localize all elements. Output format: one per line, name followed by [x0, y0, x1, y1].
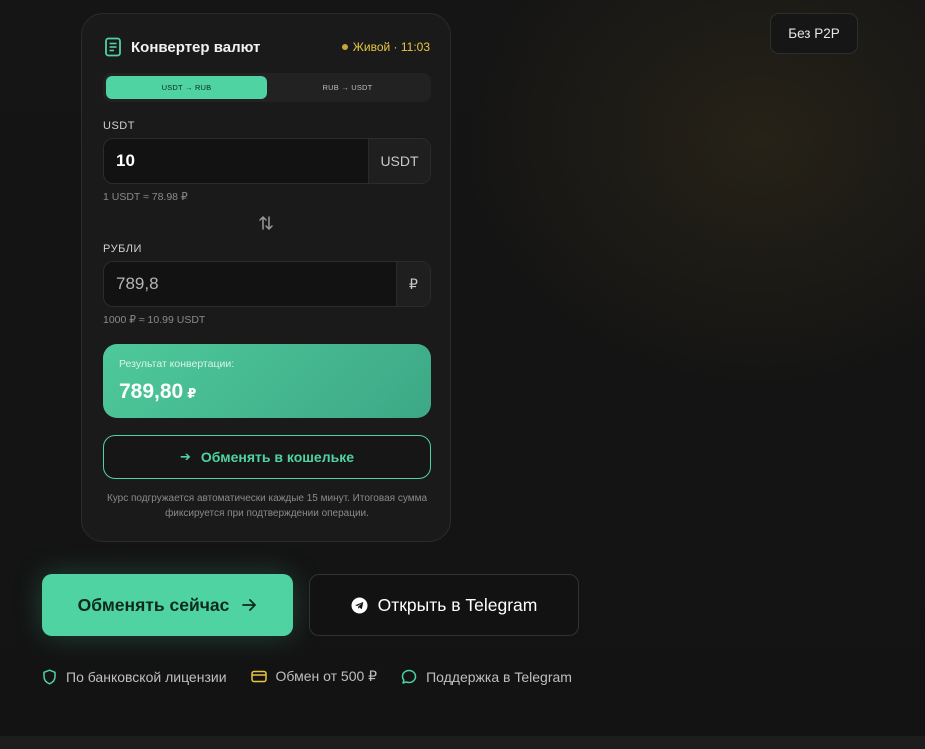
- rub-amount-input[interactable]: [104, 262, 396, 306]
- document-icon: [104, 37, 122, 57]
- usdt-amount-input[interactable]: [104, 139, 368, 183]
- exchange-now-button[interactable]: Обменять сейчас: [42, 574, 293, 636]
- rub-rate-hint: 1000 ₽ ≈ 10.99 USDT: [103, 314, 206, 326]
- features-row: По банковской лицензии Обмен от 500 ₽ По…: [42, 668, 596, 685]
- open-telegram-label: Открыть в Telegram: [377, 594, 538, 615]
- no-p2p-badge[interactable]: Без P2P: [770, 13, 858, 54]
- arrow-right-icon: ➔: [180, 449, 191, 464]
- card-icon: [250, 670, 267, 683]
- feature-min-exchange-label: Обмен от 500 ₽: [275, 668, 378, 684]
- tab-rub-to-usdt[interactable]: RUB → USDT: [267, 76, 428, 99]
- feature-support: Поддержка в Telegram: [401, 669, 572, 685]
- conversion-result: Результат конвертации: 789,80 ₽: [103, 344, 431, 418]
- result-value-row: 789,80 ₽: [119, 380, 196, 404]
- usdt-rate-hint: 1 USDT ≈ 78.98 ₽: [103, 191, 188, 203]
- shield-icon: [42, 668, 57, 685]
- feature-license-label: По банковской лицензии: [66, 668, 227, 685]
- swap-icon[interactable]: [257, 214, 275, 232]
- open-telegram-button[interactable]: Открыть в Telegram: [309, 574, 579, 636]
- exchange-now-label: Обменять сейчас: [77, 594, 230, 615]
- arrow-right-icon: [241, 597, 257, 613]
- rub-field-label: РУБЛИ: [103, 243, 142, 255]
- telegram-icon: [351, 597, 368, 614]
- usdt-field: USDT: [103, 138, 431, 184]
- exchange-in-wallet-button[interactable]: ➔ Обменять в кошельке: [103, 435, 431, 479]
- wallet-button-label: Обменять в кошельке: [200, 449, 354, 465]
- live-dot-icon: [341, 44, 348, 50]
- result-value: 789,80: [119, 380, 184, 403]
- direction-toggle: USDT → RUB RUB → USDT: [103, 73, 431, 102]
- rub-unit: ₽: [396, 262, 430, 306]
- result-currency: ₽: [187, 386, 197, 401]
- chat-bubble-icon: [401, 669, 417, 685]
- bottom-strip: [0, 736, 925, 749]
- rate-note: Курс подгружается автоматически каждые 1…: [106, 493, 428, 519]
- feature-support-label: Поддержка в Telegram: [426, 668, 572, 685]
- live-status-text: Живой · 11:03: [352, 40, 430, 54]
- live-status: Живой · 11:03: [341, 40, 430, 54]
- converter-header: Конвертер валют Живой · 11:03: [104, 36, 430, 58]
- tab-usdt-to-rub[interactable]: USDT → RUB: [106, 76, 267, 99]
- feature-license: По банковской лицензии: [42, 669, 227, 685]
- converter-card: Конвертер валют Живой · 11:03 USDT → RUB…: [81, 13, 451, 542]
- result-label: Результат конвертации:: [119, 358, 235, 370]
- feature-min-exchange: Обмен от 500 ₽: [250, 668, 378, 685]
- converter-title: Конвертер валют: [131, 38, 261, 56]
- usdt-field-label: USDT: [103, 120, 135, 132]
- usdt-unit: USDT: [368, 139, 430, 183]
- rub-field: ₽: [103, 261, 431, 307]
